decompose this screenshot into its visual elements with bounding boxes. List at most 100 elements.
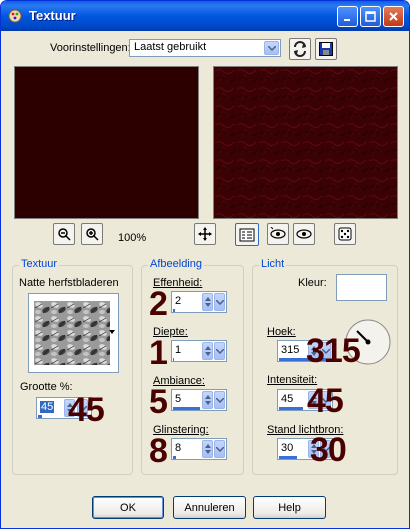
angle-annotation: 315 bbox=[306, 332, 361, 370]
smoothness-spin-up[interactable] bbox=[202, 293, 213, 311]
save-preset-icon bbox=[319, 42, 333, 56]
spin-down-icon bbox=[204, 401, 211, 405]
shine-spinner[interactable]: 8 bbox=[171, 438, 227, 460]
spin-down-icon bbox=[204, 303, 211, 307]
ambiance-value[interactable]: 5 bbox=[175, 393, 181, 405]
shine-dropdown[interactable] bbox=[214, 440, 225, 458]
cancel-button-label: Annuleren bbox=[184, 501, 235, 514]
randomize-icon bbox=[270, 227, 286, 239]
dropdown-arrow-icon bbox=[264, 41, 279, 55]
spin-down-icon bbox=[204, 450, 211, 454]
color-label: Kleur: bbox=[298, 277, 327, 289]
ambiance-spin-up[interactable] bbox=[202, 391, 213, 409]
dropdown-arrow-icon bbox=[215, 397, 224, 403]
texture-dialog: Textuur Voorinstellingen: Laatst gebruik… bbox=[0, 0, 410, 529]
size-value[interactable]: 45 bbox=[40, 401, 55, 413]
help-button[interactable]: Help bbox=[253, 496, 326, 519]
spin-up-icon bbox=[204, 346, 211, 350]
texture-dropdown-icon bbox=[109, 330, 115, 334]
dropdown-arrow-icon bbox=[215, 299, 224, 305]
result-preview[interactable] bbox=[213, 66, 398, 219]
texture-swatch bbox=[34, 301, 110, 365]
zoom-in-button[interactable] bbox=[81, 223, 103, 245]
dropdown-arrow-icon bbox=[215, 446, 224, 452]
elevation-annotation: 30 bbox=[310, 431, 347, 469]
depth-spinner[interactable]: 1 bbox=[171, 340, 227, 362]
proof-button[interactable] bbox=[235, 223, 259, 246]
size-label: Grootte %: bbox=[20, 381, 73, 393]
original-preview[interactable] bbox=[14, 66, 199, 219]
maximize-icon bbox=[365, 11, 376, 22]
depth-level-bar bbox=[173, 358, 174, 361]
shine-spin-up[interactable] bbox=[202, 440, 213, 458]
presets-select[interactable]: Laatst gebruikt bbox=[129, 39, 281, 57]
presets-value: Laatst gebruikt bbox=[134, 41, 207, 53]
spin-up-icon bbox=[204, 395, 211, 399]
intensity-level-bar bbox=[279, 407, 303, 410]
intensity-annotation: 45 bbox=[307, 382, 344, 420]
close-button[interactable] bbox=[383, 6, 404, 27]
cancel-button[interactable]: Annuleren bbox=[173, 496, 246, 519]
elevation-value[interactable]: 30 bbox=[281, 442, 293, 454]
load-preset-icon bbox=[294, 41, 306, 57]
smoothness-annotation: 2 bbox=[149, 285, 168, 323]
ok-button-label: OK bbox=[120, 501, 136, 514]
ambiance-spinner[interactable]: 5 bbox=[171, 389, 227, 411]
presets-label: Voorinstellingen: bbox=[50, 42, 131, 54]
depth-dropdown[interactable] bbox=[214, 342, 225, 360]
zoom-out-button[interactable] bbox=[53, 223, 75, 245]
spin-up-icon bbox=[204, 444, 211, 448]
maximize-button[interactable] bbox=[360, 6, 381, 27]
ok-button[interactable]: OK bbox=[92, 496, 164, 519]
help-button-label: Help bbox=[278, 501, 301, 514]
dropdown-arrow-icon bbox=[215, 348, 224, 354]
load-preset-button[interactable] bbox=[289, 38, 311, 60]
shine-value[interactable]: 8 bbox=[175, 442, 181, 454]
shine-level-bar bbox=[173, 456, 176, 459]
randomize-button[interactable] bbox=[267, 223, 289, 245]
elevation-level-bar bbox=[279, 456, 297, 459]
move-icon bbox=[198, 227, 212, 241]
save-preset-button[interactable] bbox=[315, 38, 337, 60]
proof-icon bbox=[239, 228, 255, 241]
spin-down-icon bbox=[204, 352, 211, 356]
intensity-value[interactable]: 45 bbox=[281, 393, 293, 405]
depth-value[interactable]: 1 bbox=[175, 344, 181, 356]
minimize-button[interactable] bbox=[337, 6, 358, 27]
angle-label: Hoek: bbox=[267, 326, 296, 338]
texture-result-pattern bbox=[214, 67, 397, 218]
dice-icon bbox=[338, 227, 352, 241]
light-group-title: Licht bbox=[259, 258, 287, 270]
move-button[interactable] bbox=[194, 223, 216, 245]
texture-picker[interactable] bbox=[28, 293, 119, 373]
close-icon bbox=[389, 12, 398, 21]
smoothness-dropdown[interactable] bbox=[214, 293, 225, 311]
depth-annotation: 1 bbox=[149, 334, 168, 372]
angle-value[interactable]: 315 bbox=[281, 344, 299, 356]
image-group-title: Afbeelding bbox=[148, 258, 204, 270]
app-icon bbox=[8, 9, 22, 23]
ambiance-annotation: 5 bbox=[149, 383, 168, 421]
zoom-level: 100% bbox=[118, 232, 147, 244]
ambiance-level-bar bbox=[173, 407, 200, 410]
size-annotation: 45 bbox=[68, 391, 105, 429]
smoothness-level-bar bbox=[173, 309, 175, 312]
depth-spin-up[interactable] bbox=[202, 342, 213, 360]
random-settings-button[interactable] bbox=[334, 223, 356, 245]
ambiance-dropdown[interactable] bbox=[214, 391, 225, 409]
shine-annotation: 8 bbox=[149, 432, 168, 470]
light-color-swatch[interactable] bbox=[336, 274, 387, 301]
smoothness-spinner[interactable]: 2 bbox=[171, 291, 227, 313]
title-bar[interactable]: Textuur bbox=[1, 1, 409, 31]
preview-eye-button[interactable] bbox=[293, 223, 315, 245]
smoothness-value[interactable]: 2 bbox=[175, 295, 181, 307]
zoom-out-icon bbox=[58, 228, 71, 241]
texture-group-title: Textuur bbox=[19, 258, 60, 270]
zoom-in-icon bbox=[86, 228, 99, 241]
spin-up-icon bbox=[204, 297, 211, 301]
window-title: Textuur bbox=[29, 8, 76, 23]
size-level-bar bbox=[38, 415, 42, 418]
eye-icon bbox=[296, 229, 312, 239]
texture-name: Natte herfstbladeren bbox=[19, 277, 119, 289]
minimize-icon bbox=[343, 18, 350, 21]
